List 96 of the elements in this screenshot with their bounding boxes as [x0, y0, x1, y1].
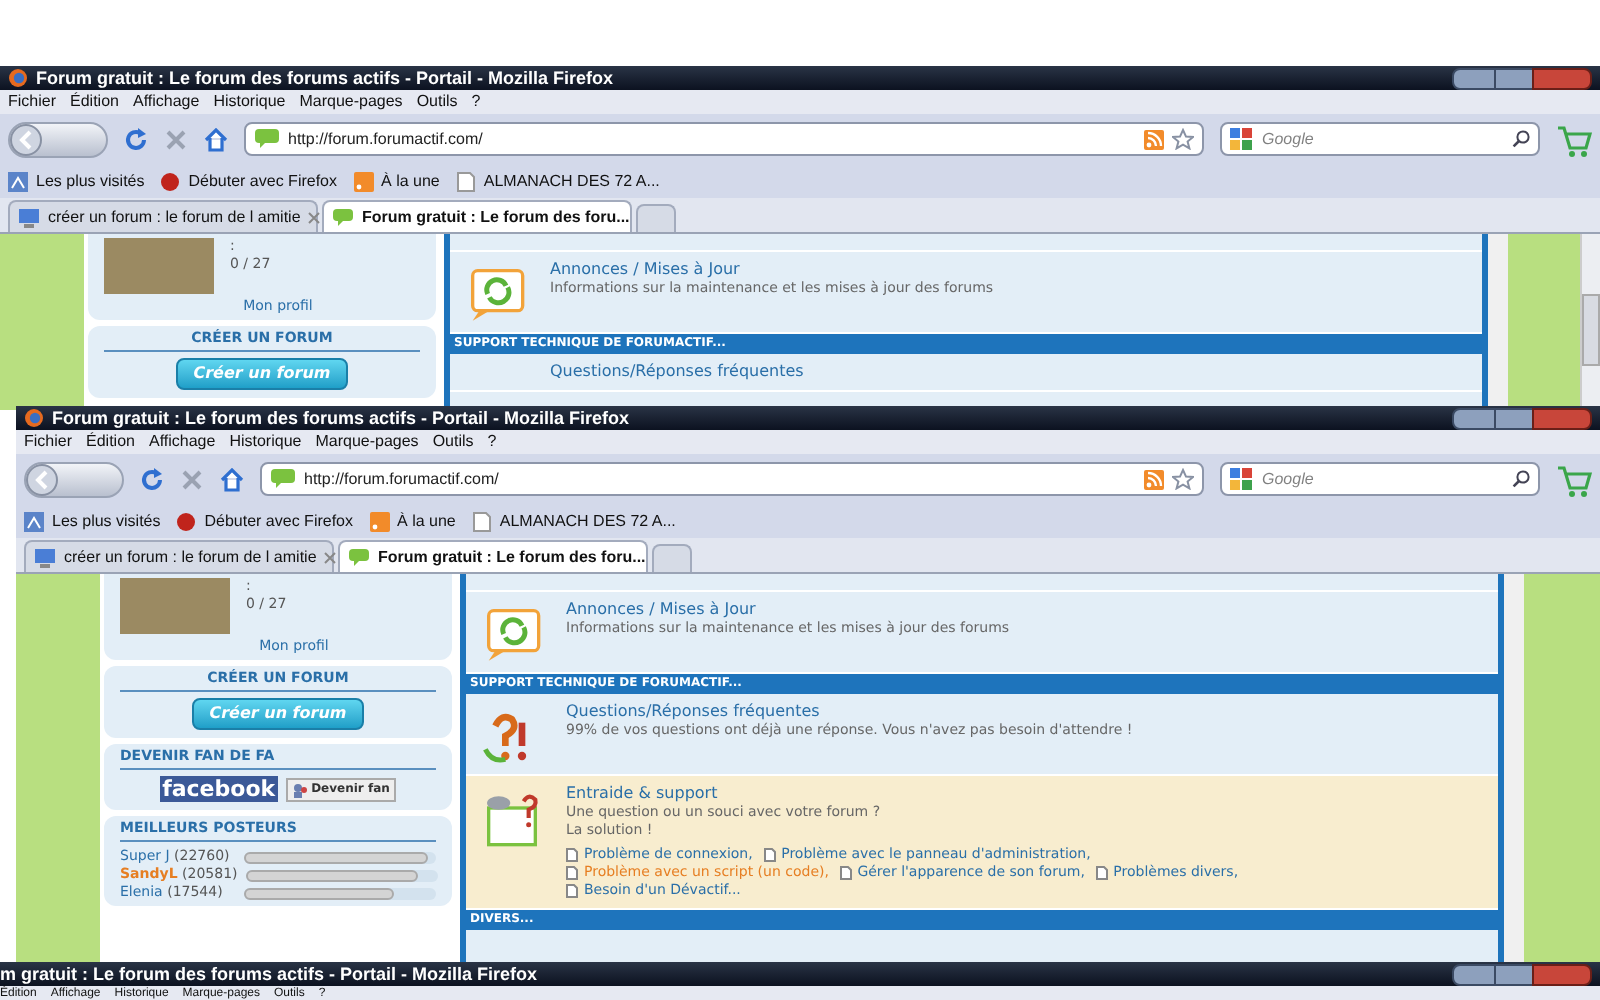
- stop-icon: [164, 127, 188, 151]
- bookmark[interactable]: Débuter avec Firefox: [204, 509, 354, 533]
- monitor-icon: [34, 547, 56, 567]
- forum-title[interactable]: Entraide & support: [566, 784, 1286, 804]
- speech-bubble-icon: [254, 128, 280, 150]
- forum-title[interactable]: Questions/Réponses fréquentes: [566, 702, 1286, 722]
- people-icon: [291, 781, 308, 797]
- maximize-button[interactable]: [1496, 67, 1532, 89]
- bookmark[interactable]: À la une: [381, 169, 440, 193]
- ball-icon: [176, 511, 197, 531]
- minimize-button[interactable]: [1452, 963, 1496, 985]
- home-icon: [220, 467, 244, 491]
- close-button[interactable]: [1532, 407, 1592, 429]
- search-field[interactable]: Google: [1220, 462, 1540, 496]
- page-icon: [763, 847, 776, 862]
- search-input[interactable]: Google: [1262, 127, 1504, 151]
- maximize-button[interactable]: [1496, 963, 1532, 985]
- search-icon: [1512, 130, 1530, 148]
- facebook-logo: facebook: [160, 776, 278, 802]
- bookmark[interactable]: Les plus visités: [36, 169, 145, 193]
- back-forward-button[interactable]: [8, 121, 108, 157]
- scrollbar-thumb[interactable]: [1582, 294, 1600, 366]
- close-button[interactable]: [1532, 67, 1592, 89]
- shopping-cart-icon: [1556, 461, 1592, 497]
- menu-item[interactable]: Marque-pages: [299, 94, 403, 110]
- bookmark[interactable]: À la une: [397, 509, 456, 533]
- bookmark[interactable]: Les plus visités: [52, 509, 161, 533]
- menu-item[interactable]: Historique: [229, 434, 302, 450]
- rss-feed-icon: [1144, 469, 1164, 489]
- star-icon: [1172, 128, 1194, 150]
- scrollbar[interactable]: [1580, 234, 1600, 410]
- speech-bubble-icon: [270, 468, 296, 490]
- page-icon: [455, 171, 476, 191]
- forum-title[interactable]: Annonces / Mises à Jour: [550, 260, 1270, 280]
- menu-item[interactable]: Affichage: [132, 94, 200, 110]
- reload-icon: [140, 467, 164, 491]
- menu-item[interactable]: ?: [471, 94, 481, 110]
- reload-icon: [124, 127, 148, 151]
- refresh-bubble-icon: [482, 604, 542, 664]
- home-icon: [204, 127, 228, 151]
- tab[interactable]: créer un forum : le forum de l amitie: [8, 200, 318, 232]
- photo-placeholder: [120, 578, 230, 634]
- menu-item[interactable]: Fichier: [24, 434, 73, 450]
- google-icon: [1230, 468, 1254, 490]
- maximize-button[interactable]: [1496, 407, 1532, 429]
- close-icon: [324, 551, 337, 563]
- forum-title[interactable]: Questions/Réponses fréquentes: [550, 362, 1270, 382]
- ball-icon: [160, 171, 181, 191]
- bookmark[interactable]: Débuter avec Firefox: [188, 169, 338, 193]
- minimize-button[interactable]: [1452, 407, 1496, 429]
- tab[interactable]: créer un forum : le forum de l amitie: [24, 540, 334, 572]
- new-tab-button[interactable]: [636, 204, 676, 232]
- page-icon: [839, 865, 852, 880]
- bookmark[interactable]: ALMANACH DES 72 A...: [483, 169, 660, 193]
- tab[interactable]: Forum gratuit : Le forum des foru...: [338, 540, 648, 572]
- firefox-icon: [24, 408, 44, 428]
- bookmark[interactable]: ALMANACH DES 72 A...: [499, 509, 676, 533]
- shopping-cart-icon: [1556, 121, 1592, 157]
- search-icon: [1512, 470, 1530, 488]
- menu-item[interactable]: Marque-pages: [315, 434, 419, 450]
- address-bar[interactable]: http://forum.forumactif.com/: [260, 462, 1204, 496]
- page-icon: [1095, 865, 1108, 880]
- menu-item[interactable]: Historique: [213, 94, 286, 110]
- menu-item[interactable]: Édition: [70, 94, 119, 110]
- back-forward-button[interactable]: [24, 461, 124, 497]
- forum-title[interactable]: Annonces / Mises à Jour: [566, 600, 1286, 620]
- window-title: Forum gratuit : Le forum des forums actifs - Portail - Mozilla Firefox: [52, 409, 630, 427]
- menu-item[interactable]: Affichage: [148, 434, 216, 450]
- menu-item[interactable]: Édition: [86, 434, 135, 450]
- refresh-bubble-icon: [466, 264, 526, 324]
- address-bar[interactable]: http://forum.forumactif.com/: [244, 122, 1204, 156]
- tab[interactable]: Forum gratuit : Le forum des foru...: [322, 200, 632, 232]
- minimize-button[interactable]: [1452, 67, 1496, 89]
- new-tab-button[interactable]: [652, 544, 692, 572]
- close-button[interactable]: [1532, 963, 1592, 985]
- rss-feed-icon: [369, 511, 390, 531]
- close-icon: [308, 211, 321, 223]
- photo-placeholder: [104, 238, 214, 294]
- search-field[interactable]: Google: [1220, 122, 1540, 156]
- menu-item[interactable]: Outils: [432, 434, 474, 450]
- window-title: Forum gratuit : Le forum des forums actifs - Portail - Mozilla Firefox: [36, 69, 614, 87]
- menu-item[interactable]: Outils: [416, 94, 458, 110]
- menu-item[interactable]: Fichier: [8, 94, 57, 110]
- window-title: m gratuit : Le forum des forums actifs - Portail - Mozilla Firefox: [0, 965, 538, 983]
- star-icon: [1172, 468, 1194, 490]
- stop-icon: [180, 467, 204, 491]
- page-icon: [471, 511, 492, 531]
- google-icon: [1230, 128, 1254, 150]
- rss-feed-icon: [353, 171, 374, 191]
- menu-item[interactable]: ?: [487, 434, 497, 450]
- firefox-icon: [8, 68, 28, 88]
- monitor-icon: [18, 207, 40, 227]
- rss-feed-icon: [1144, 129, 1164, 149]
- speech-bubble-icon: [348, 547, 370, 567]
- search-input[interactable]: Google: [1262, 467, 1504, 491]
- speech-bubble-icon: [332, 207, 354, 227]
